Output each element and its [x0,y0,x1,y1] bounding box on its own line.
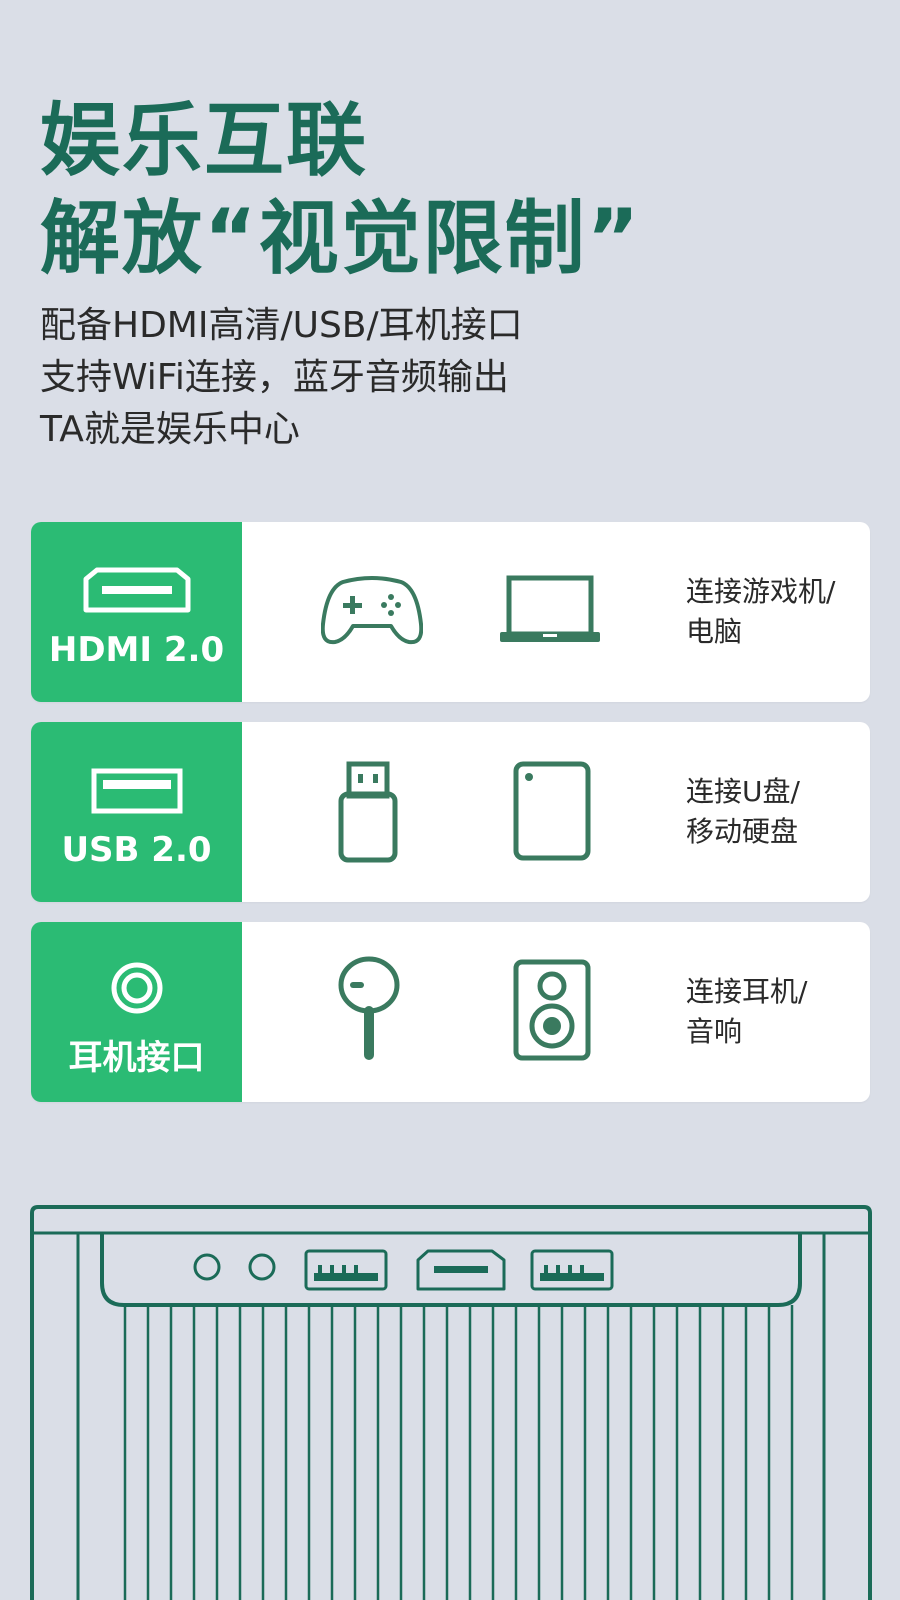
feature-desc-usb: 连接U盘/ 移动硬盘 [686,772,866,852]
feature-desc-audio: 连接耳机/ 音响 [686,972,866,1052]
gamepad-icon [321,576,423,645]
subtitle: 配备HDMI高清/USB/耳机接口 支持WiFi连接，蓝牙音频输出 TA就是娱乐… [40,300,523,456]
headline-line-1: 娱乐互联 [40,94,368,187]
feature-label-usb: USB 2.0 [61,830,212,870]
feature-desc-usb-line-1: 连接U盘/ [686,775,800,808]
earbud-icon [338,956,400,1060]
feature-desc-hdmi-line-1: 连接游戏机/ [686,575,836,608]
hard-drive-icon [513,761,591,861]
feature-label-hdmi: HDMI 2.0 [48,630,225,670]
usb-port-icon [91,768,182,814]
feature-card-audio: 耳机接口 连接耳机/ 音响 [31,922,870,1102]
feature-label-audio: 耳机接口 [68,1038,205,1078]
headline-line-2: 解放“视觉限制” [40,192,642,285]
feature-desc-usb-line-2: 移动硬盘 [686,815,799,848]
feature-tag-hdmi: HDMI 2.0 [31,522,242,702]
hdmi-port-icon [83,567,190,613]
feature-desc-audio-line-1: 连接耳机/ [686,975,808,1008]
feature-card-hdmi: HDMI 2.0 连接游戏机/ 电脑 [31,522,870,702]
feature-tag-usb: USB 2.0 [31,722,242,902]
subtitle-line-3: TA就是娱乐中心 [40,409,300,450]
usb-drive-icon [338,761,398,863]
projector-ports-illustration [30,1205,872,1600]
headline: 娱乐互联 解放“视觉限制” [40,92,641,288]
feature-desc-hdmi: 连接游戏机/ 电脑 [686,572,866,652]
subtitle-line-2: 支持WiFi连接，蓝牙音频输出 [40,357,509,398]
feature-tag-audio: 耳机接口 [31,922,242,1102]
audio-jack-icon [111,962,162,1014]
subtitle-line-1: 配备HDMI高清/USB/耳机接口 [40,305,523,346]
feature-desc-audio-line-2: 音响 [686,1015,743,1048]
feature-card-usb: USB 2.0 连接U盘/ 移动硬盘 [31,722,870,902]
laptop-icon [500,575,600,642]
feature-desc-hdmi-line-2: 电脑 [686,615,743,648]
speaker-icon [513,959,591,1061]
